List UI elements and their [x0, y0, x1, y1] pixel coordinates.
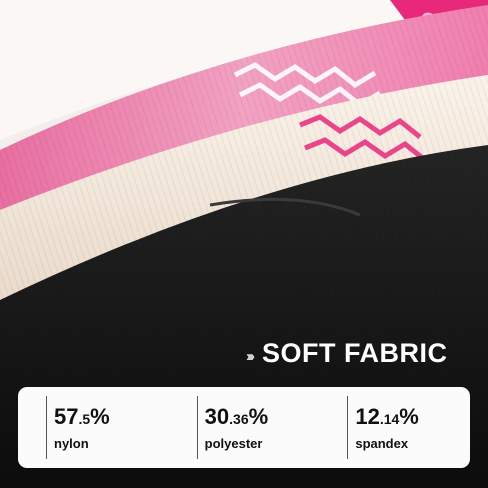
- material-polyester: 30.36% polyester: [169, 396, 320, 459]
- material-name: spandex: [355, 436, 409, 451]
- material-percentage: 30.36%: [204, 404, 269, 429]
- headline-title: SOFT FABRIC: [262, 338, 448, 368]
- material-percentage: 12.14%: [355, 404, 419, 429]
- headline: ››› SOFT FABRIC: [246, 338, 448, 369]
- material-spandex: 12.14% spandex: [319, 396, 470, 459]
- chevrons-icon: ›››: [246, 348, 255, 365]
- product-photo: ce ››› SOFT FABRIC 57.5% nylon 30.36% po…: [0, 0, 488, 488]
- material-name: polyester: [204, 436, 263, 451]
- material-name: nylon: [54, 436, 89, 451]
- material-percentage: 57.5%: [54, 404, 110, 429]
- material-nylon: 57.5% nylon: [18, 396, 169, 459]
- composition-panel: 57.5% nylon 30.36% polyester 12.14% span…: [18, 387, 470, 468]
